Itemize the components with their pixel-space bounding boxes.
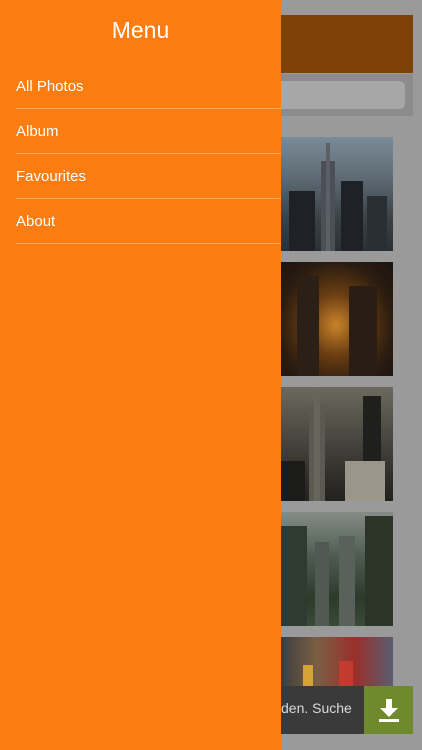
drawer-title: Menu	[111, 17, 170, 43]
menu-item-label: All Photos	[16, 77, 84, 95]
menu-item-all-photos[interactable]: All Photos	[16, 64, 281, 109]
menu-item-label: Favourites	[16, 167, 87, 185]
menu-item-favourites[interactable]: Favourites	[16, 154, 281, 199]
download-button[interactable]	[364, 686, 413, 734]
menu-item-about[interactable]: About	[16, 199, 281, 244]
photo-thumbnail[interactable]	[279, 387, 393, 501]
photo-thumbnail[interactable]	[279, 262, 393, 376]
side-drawer: Menu All Photos Album Favourites About	[0, 0, 281, 750]
menu-item-label: Album	[16, 122, 59, 140]
ad-banner-text: den. Suche	[281, 700, 352, 716]
photo-thumbnail[interactable]	[279, 637, 393, 687]
photo-thumbnail[interactable]	[279, 137, 393, 251]
photo-thumbnail[interactable]	[279, 512, 393, 626]
drawer-menu: All Photos Album Favourites About	[16, 64, 281, 244]
menu-item-album[interactable]: Album	[16, 109, 281, 154]
menu-item-label: About	[16, 212, 56, 230]
download-icon	[378, 699, 399, 722]
